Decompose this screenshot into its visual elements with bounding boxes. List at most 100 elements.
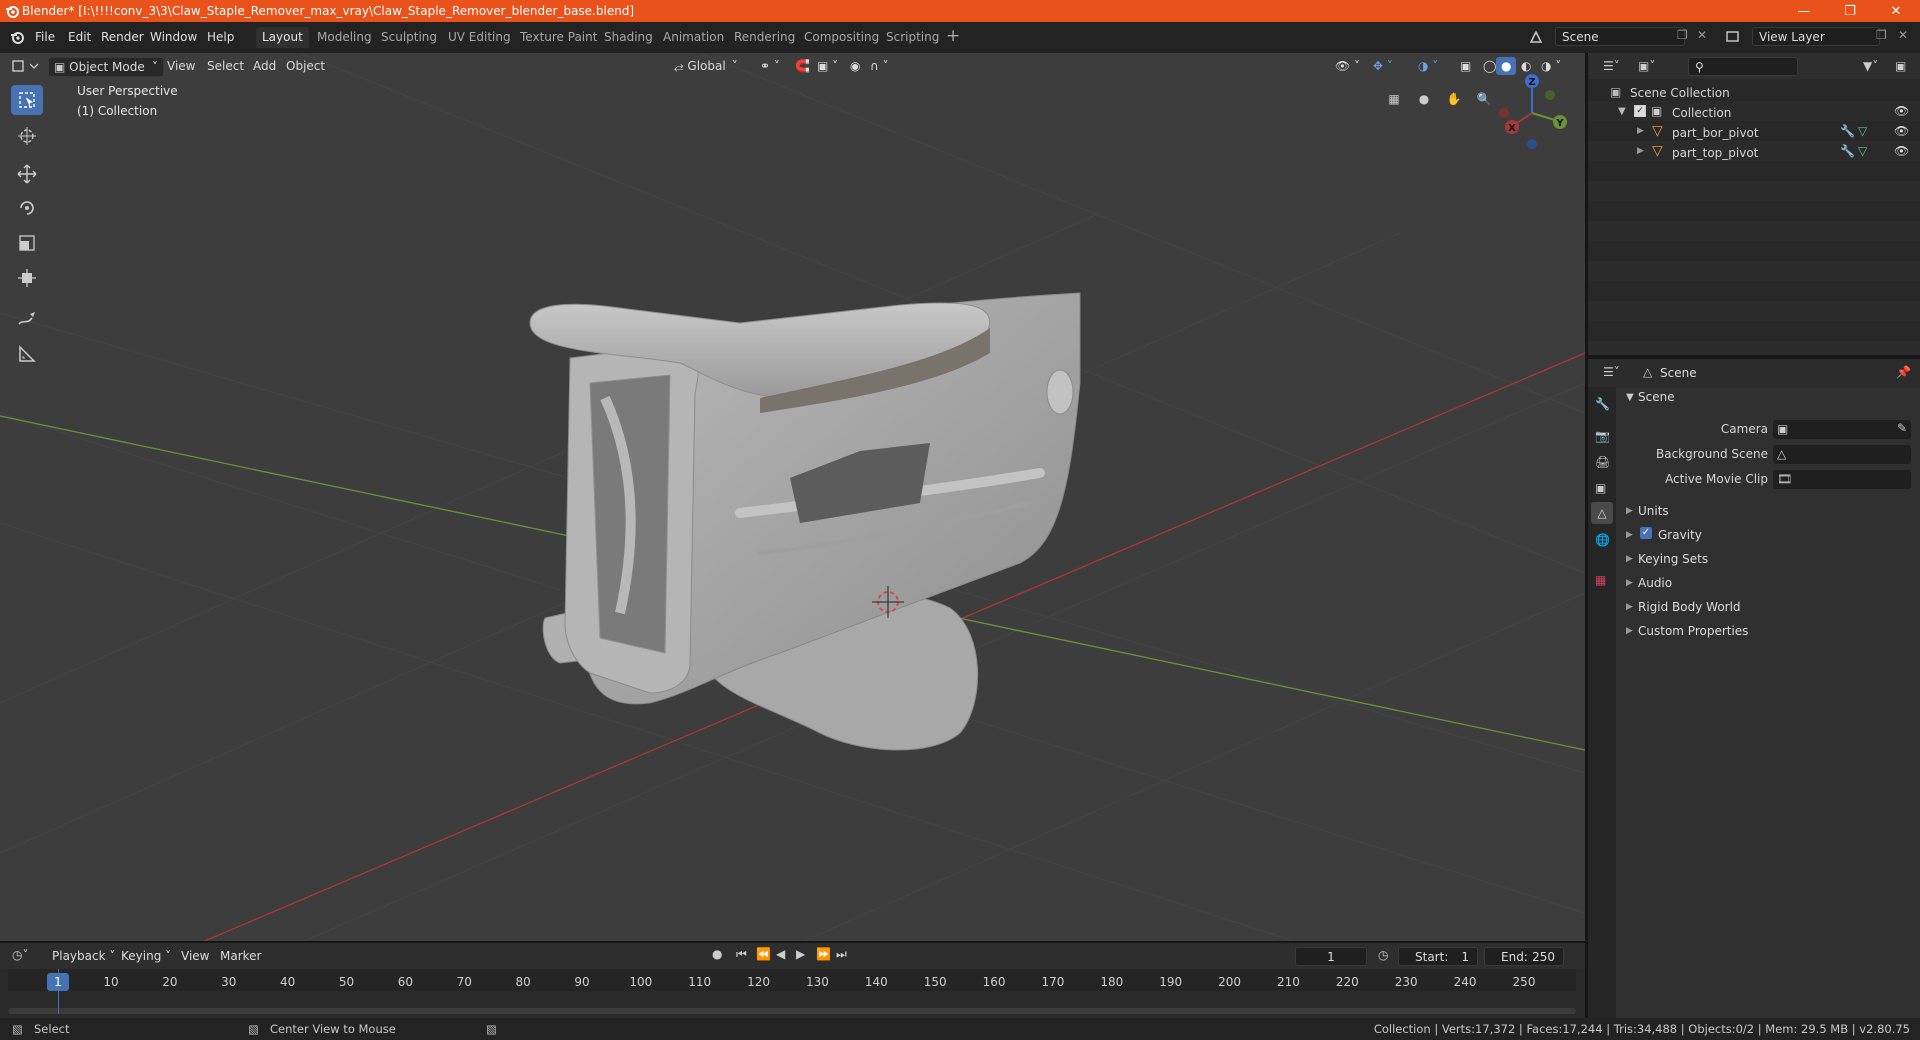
- expand-collection-icon[interactable]: ▼: [1618, 106, 1626, 117]
- active-movie-clip-field[interactable]: 🎞: [1773, 470, 1911, 489]
- scene-tab-icon[interactable]: △: [1591, 502, 1613, 524]
- new-collection-icon[interactable]: ▣: [1895, 59, 1906, 73]
- snap-target-icon[interactable]: ▣ ˅: [812, 57, 843, 75]
- tab-shading[interactable]: Shading: [598, 27, 659, 48]
- jump-end-icon[interactable]: ⏭: [836, 947, 847, 962]
- pivot-point-icon[interactable]: ⚭ ˅: [755, 57, 785, 75]
- view-layer-icon[interactable]: [1725, 30, 1741, 44]
- timeline-editor-icon[interactable]: ◷˅: [12, 948, 28, 962]
- background-scene-field[interactable]: △: [1773, 445, 1911, 464]
- play-reverse-icon[interactable]: ◀: [776, 947, 785, 961]
- editor-type-button[interactable]: [10, 57, 40, 75]
- blender-menu-icon[interactable]: [9, 29, 25, 45]
- gravity-checkbox[interactable]: ✓: [1640, 527, 1652, 539]
- current-frame-field[interactable]: 1: [1295, 947, 1367, 966]
- menu-object[interactable]: Object: [281, 57, 330, 75]
- mesh-data-icon[interactable]: ▽: [1858, 144, 1867, 158]
- tab-compositing[interactable]: Compositing: [798, 27, 885, 48]
- delete-scene-icon[interactable]: ✕: [1697, 28, 1707, 42]
- maximize-icon[interactable]: ❐: [1827, 0, 1873, 22]
- jump-keyframe-forward-icon[interactable]: ⏩: [816, 947, 831, 961]
- scene-panel-title[interactable]: Scene: [1638, 390, 1675, 404]
- tab-animation[interactable]: Animation: [657, 27, 730, 48]
- timeline-track-area[interactable]: [8, 991, 1576, 1007]
- menu-render[interactable]: Render: [101, 30, 144, 44]
- jump-start-icon[interactable]: ⏮: [736, 947, 747, 962]
- expand-object-icon[interactable]: ▶: [1637, 126, 1644, 136]
- cursor-tool[interactable]: [11, 121, 43, 151]
- menu-playback[interactable]: Playback ˅: [52, 949, 115, 963]
- rotate-tool[interactable]: [11, 193, 43, 223]
- add-workspace-icon[interactable]: +: [946, 26, 960, 46]
- minimize-icon[interactable]: —: [1781, 0, 1827, 22]
- menu-select[interactable]: Select: [202, 57, 249, 75]
- object-visibility-icon[interactable]: 👁 ˅: [1330, 57, 1365, 75]
- close-icon[interactable]: ✕: [1873, 0, 1919, 22]
- pin-icon[interactable]: 📌: [1896, 365, 1911, 379]
- gizmo-toggle-icon[interactable]: ✥ ˅: [1368, 57, 1398, 75]
- tab-sculpting[interactable]: Sculpting: [375, 27, 443, 48]
- delete-view-layer-icon[interactable]: ✕: [1898, 28, 1908, 42]
- playhead-frame-indicator[interactable]: 1: [47, 973, 69, 991]
- outliner-search-input[interactable]: ⚲: [1688, 57, 1798, 76]
- menu-add[interactable]: Add: [248, 57, 281, 75]
- scale-tool[interactable]: [11, 228, 43, 258]
- eyedropper-icon[interactable]: ✎: [1897, 421, 1907, 435]
- preview-range-clock-icon[interactable]: ◷: [1378, 948, 1388, 962]
- menu-edit[interactable]: Edit: [68, 30, 91, 44]
- modifier-wrench-icon[interactable]: 🔧: [1840, 144, 1855, 158]
- record-icon[interactable]: ●: [712, 947, 722, 961]
- staple-remover-model[interactable]: [529, 292, 1081, 751]
- tab-layout[interactable]: Layout: [256, 27, 309, 48]
- menu-keying[interactable]: Keying ˅: [121, 949, 171, 963]
- play-icon[interactable]: ▶: [796, 947, 805, 961]
- filter-icon[interactable]: ▼˅: [1863, 59, 1878, 73]
- modifier-wrench-icon[interactable]: 🔧: [1840, 124, 1855, 138]
- move-tool[interactable]: [11, 159, 43, 189]
- menu-marker[interactable]: Marker: [220, 949, 261, 963]
- tab-rendering[interactable]: Rendering: [728, 27, 801, 48]
- camera-field[interactable]: ▣ ✎: [1773, 420, 1911, 439]
- tab-texture-paint[interactable]: Texture Paint: [514, 27, 603, 48]
- xray-toggle-icon[interactable]: ▣: [1455, 57, 1476, 75]
- overlays-toggle-icon[interactable]: ◑ ˅: [1413, 57, 1443, 75]
- toggle-grid-view-icon[interactable]: ▦: [1381, 86, 1407, 112]
- annotate-tool[interactable]: [11, 304, 43, 334]
- expand-object-icon[interactable]: ▶: [1637, 146, 1644, 156]
- jump-keyframe-back-icon[interactable]: ⏪: [756, 947, 771, 961]
- menu-file[interactable]: File: [35, 30, 55, 44]
- zoom-view-icon[interactable]: 🔍: [1471, 86, 1497, 112]
- tool-settings-tab-icon[interactable]: 🔧: [1595, 397, 1610, 411]
- new-view-layer-icon[interactable]: ❐: [1876, 28, 1887, 42]
- tab-scripting[interactable]: Scripting: [880, 27, 945, 48]
- panel-collapse-icon[interactable]: ▼: [1626, 392, 1634, 403]
- visibility-eye-icon[interactable]: 👁: [1894, 124, 1909, 138]
- rendered-shading-icon[interactable]: ◑ ˅: [1536, 57, 1566, 75]
- outliner-item-label[interactable]: part_top_pivot: [1672, 146, 1758, 160]
- texture-tab-icon[interactable]: ▦: [1595, 573, 1606, 587]
- mode-dropdown[interactable]: ▣ Object Mode ˅: [48, 57, 164, 77]
- menu-view[interactable]: View: [162, 57, 200, 75]
- menu-help[interactable]: Help: [207, 30, 234, 44]
- navigation-gizmo[interactable]: Z Y X: [1499, 74, 1567, 149]
- tab-modeling[interactable]: Modeling: [311, 27, 378, 48]
- visibility-eye-icon[interactable]: 👁: [1894, 144, 1909, 158]
- properties-editor-icon[interactable]: ☰˅: [1603, 365, 1620, 379]
- camera-view-icon[interactable]: ●: [1411, 86, 1437, 112]
- 3d-viewport[interactable]: Z Y X: [0, 53, 1585, 943]
- start-frame-field[interactable]: Start: 1: [1398, 947, 1478, 966]
- timeline-scrollbar[interactable]: [8, 1008, 1576, 1014]
- outliner-collection[interactable]: Collection: [1672, 106, 1731, 120]
- scene-field[interactable]: Scene: [1555, 27, 1685, 46]
- end-frame-field[interactable]: End: 250: [1484, 947, 1564, 966]
- new-scene-icon[interactable]: ❐: [1677, 28, 1688, 42]
- solid-shading-icon[interactable]: ●: [1496, 57, 1517, 75]
- collection-visibility-eye-icon[interactable]: 👁: [1894, 104, 1909, 118]
- display-mode-icon[interactable]: ▣˅: [1638, 59, 1655, 73]
- falloff-icon[interactable]: ∩ ˅: [865, 57, 894, 75]
- scene-icon[interactable]: [1528, 30, 1544, 44]
- pan-view-hand-icon[interactable]: ✋: [1441, 86, 1467, 112]
- transform-tool[interactable]: [11, 263, 43, 293]
- view-layer-field[interactable]: View Layer: [1752, 27, 1880, 46]
- menu-timeline-view[interactable]: View: [181, 949, 209, 963]
